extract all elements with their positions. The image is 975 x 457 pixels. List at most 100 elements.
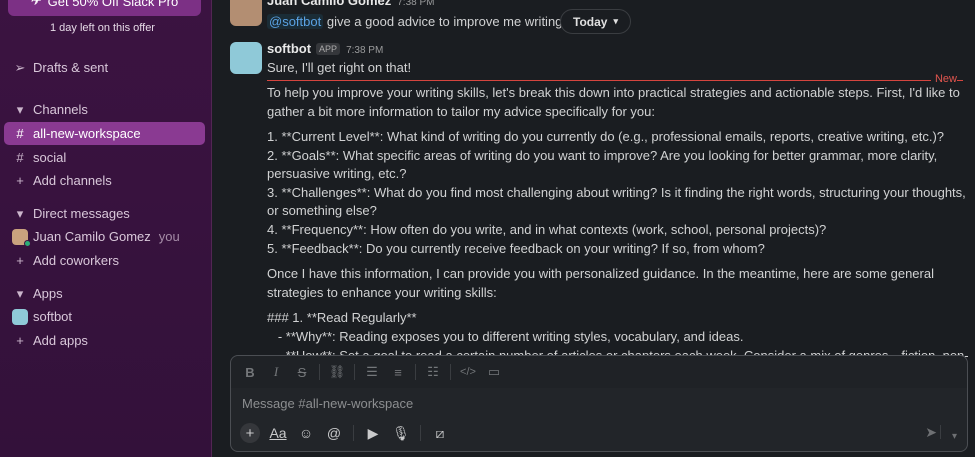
message-line: 5. **Feedback**: Do you currently receiv… bbox=[267, 241, 765, 256]
promo-subtitle: 1 day left on this offer bbox=[50, 22, 155, 34]
divider bbox=[450, 364, 451, 380]
apps-header[interactable]: ▾ Apps bbox=[4, 282, 205, 305]
caret-down-icon: ▾ bbox=[16, 285, 24, 301]
hash-icon: # bbox=[16, 126, 24, 141]
new-label: New bbox=[930, 73, 957, 85]
add-channels-button[interactable]: + Add channels bbox=[4, 169, 205, 192]
chevron-down-icon: ▾ bbox=[613, 16, 618, 26]
send-icon[interactable]: ➤ bbox=[925, 424, 937, 441]
add-coworkers-button[interactable]: + Add coworkers bbox=[4, 249, 205, 272]
plus-icon: + bbox=[240, 423, 260, 443]
message-author[interactable]: Juan Camilo Gomez 7:38 PM bbox=[267, 0, 435, 8]
message-line: 1. **Current Level**: What kind of writi… bbox=[267, 129, 945, 144]
bot-avatar[interactable] bbox=[230, 42, 262, 74]
message-line: strategies to enhance your writing skill… bbox=[267, 285, 497, 300]
message-line: or something else? bbox=[267, 203, 377, 218]
section-label: Channels bbox=[33, 102, 88, 117]
add-apps-button[interactable]: + Add apps bbox=[4, 329, 205, 352]
message-line: 3. **Challenges**: What do you find most… bbox=[267, 185, 966, 200]
code-block-icon[interactable]: ▭ bbox=[481, 360, 507, 384]
sidebar-item-softbot[interactable]: softbot bbox=[4, 305, 205, 328]
text-format-icon[interactable]: Aa bbox=[265, 421, 291, 445]
sidebar-item-label: Drafts & sent bbox=[33, 60, 109, 75]
code-icon[interactable]: </> bbox=[455, 360, 481, 384]
sidebar-item-label: softbot bbox=[33, 309, 73, 324]
mention-icon[interactable]: @ bbox=[321, 421, 347, 445]
plus-button[interactable]: + bbox=[237, 421, 263, 445]
user-avatar[interactable] bbox=[230, 0, 262, 26]
divider bbox=[353, 425, 354, 441]
section-label: Direct messages bbox=[33, 206, 130, 221]
promo-label: Get 50% Off Slack Pro bbox=[47, 0, 179, 9]
ordered-list-icon[interactable]: ☰ bbox=[359, 360, 385, 384]
composer-actions: + Aa ☺ @ ▶ 🎙 ⧄ bbox=[237, 419, 453, 447]
format-toolbar: B I S ⛓ ☰ ≡ ☷ </> ▭ bbox=[231, 356, 967, 388]
presence-dot bbox=[24, 239, 31, 247]
message-line: ### 1. **Read Regularly** bbox=[267, 310, 417, 325]
message-line: gather a bit more information to tailor … bbox=[267, 104, 656, 119]
message-text: @softbot give a good advice to improve m… bbox=[267, 14, 573, 29]
sidebar-item-dm-juan[interactable]: Juan Camilo Gomez you bbox=[4, 225, 205, 248]
send-icon: ➢ bbox=[14, 59, 26, 75]
avatar bbox=[12, 228, 31, 247]
message-input[interactable]: Message #all-new-workspace bbox=[242, 396, 413, 411]
divider bbox=[940, 425, 941, 439]
emoji-icon[interactable]: ☺ bbox=[293, 421, 319, 445]
hash-icon: # bbox=[16, 150, 24, 165]
numbered-block-icon[interactable]: ☷ bbox=[420, 360, 446, 384]
new-messages-divider bbox=[267, 80, 963, 81]
bullet-list-icon[interactable]: ≡ bbox=[385, 360, 411, 384]
section-label: Apps bbox=[33, 286, 63, 301]
bold-icon[interactable]: B bbox=[237, 360, 263, 384]
message-body: give a good advice to improve me writing… bbox=[323, 14, 573, 29]
promo-button[interactable]: ✈ Get 50% Off Slack Pro bbox=[8, 0, 201, 16]
sidebar-item-label: all-new-workspace bbox=[33, 126, 141, 141]
message-line: persuasive writing, etc.? bbox=[267, 166, 407, 181]
sidebar-item-label: Add channels bbox=[33, 173, 112, 188]
message-time: 7:38 PM bbox=[397, 0, 435, 8]
message-line: 4. **Frequency**: How often do you write… bbox=[267, 222, 827, 237]
channels-header[interactable]: ▾ Channels bbox=[4, 98, 205, 121]
divider bbox=[354, 364, 355, 380]
link-icon[interactable]: ⛓ bbox=[324, 360, 350, 384]
sidebar: ✈ Get 50% Off Slack Pro 1 day left on th… bbox=[0, 0, 212, 457]
message-line: To help you improve your writing skills,… bbox=[267, 85, 960, 100]
sidebar-item-label: Add apps bbox=[33, 333, 88, 348]
strikethrough-icon[interactable]: S bbox=[289, 360, 315, 384]
plus-icon: + bbox=[16, 173, 24, 188]
author-name: Juan Camilo Gomez bbox=[267, 0, 392, 8]
sidebar-item-label: Juan Camilo Gomez bbox=[33, 229, 151, 244]
chevron-down-icon[interactable]: ▾ bbox=[952, 431, 957, 442]
sidebar-item-drafts[interactable]: ➢ Drafts & sent bbox=[4, 56, 205, 79]
microphone-icon[interactable]: 🎙 bbox=[388, 421, 414, 445]
message-composer: B I S ⛓ ☰ ≡ ☷ </> ▭ Message #all-new-wor… bbox=[230, 355, 968, 452]
slash-command-icon[interactable]: ⧄ bbox=[427, 421, 453, 445]
slack-app: ✈ Get 50% Off Slack Pro 1 day left on th… bbox=[0, 0, 975, 457]
message-line: 2. **Goals**: What specific areas of wri… bbox=[267, 148, 938, 163]
message-body: Sure, I'll get right on that! bbox=[267, 60, 412, 75]
sidebar-item-label: Add coworkers bbox=[33, 253, 119, 268]
italic-icon[interactable]: I bbox=[263, 360, 289, 384]
message-line: - **Why**: Reading exposes you to differ… bbox=[267, 329, 744, 344]
author-name: softbot bbox=[267, 41, 312, 56]
plus-icon: + bbox=[16, 253, 24, 268]
rocket-icon: ✈ bbox=[30, 0, 42, 8]
message-pane: Juan Camilo Gomez 7:38 PM @softbot give a… bbox=[212, 0, 975, 457]
dm-header[interactable]: ▾ Direct messages bbox=[4, 202, 205, 225]
sidebar-item-social[interactable]: # social bbox=[4, 146, 205, 169]
message-time: 7:38 PM bbox=[346, 45, 384, 56]
plus-icon: + bbox=[16, 333, 24, 348]
caret-down-icon: ▾ bbox=[16, 205, 24, 221]
video-icon[interactable]: ▶ bbox=[360, 421, 386, 445]
message-author[interactable]: softbot APP 7:38 PM bbox=[267, 41, 383, 56]
divider bbox=[415, 364, 416, 380]
message-line: Once I have this information, I can prov… bbox=[267, 266, 934, 281]
app-badge: APP bbox=[316, 43, 341, 55]
divider bbox=[420, 425, 421, 441]
sidebar-item-all-new-workspace[interactable]: # all-new-workspace bbox=[4, 122, 205, 145]
date-divider-button[interactable]: Today ▾ bbox=[560, 9, 631, 34]
bot-avatar bbox=[12, 308, 28, 325]
date-label: Today bbox=[573, 14, 608, 29]
mention[interactable]: @softbot bbox=[267, 14, 324, 29]
sidebar-item-label: social bbox=[33, 150, 67, 165]
